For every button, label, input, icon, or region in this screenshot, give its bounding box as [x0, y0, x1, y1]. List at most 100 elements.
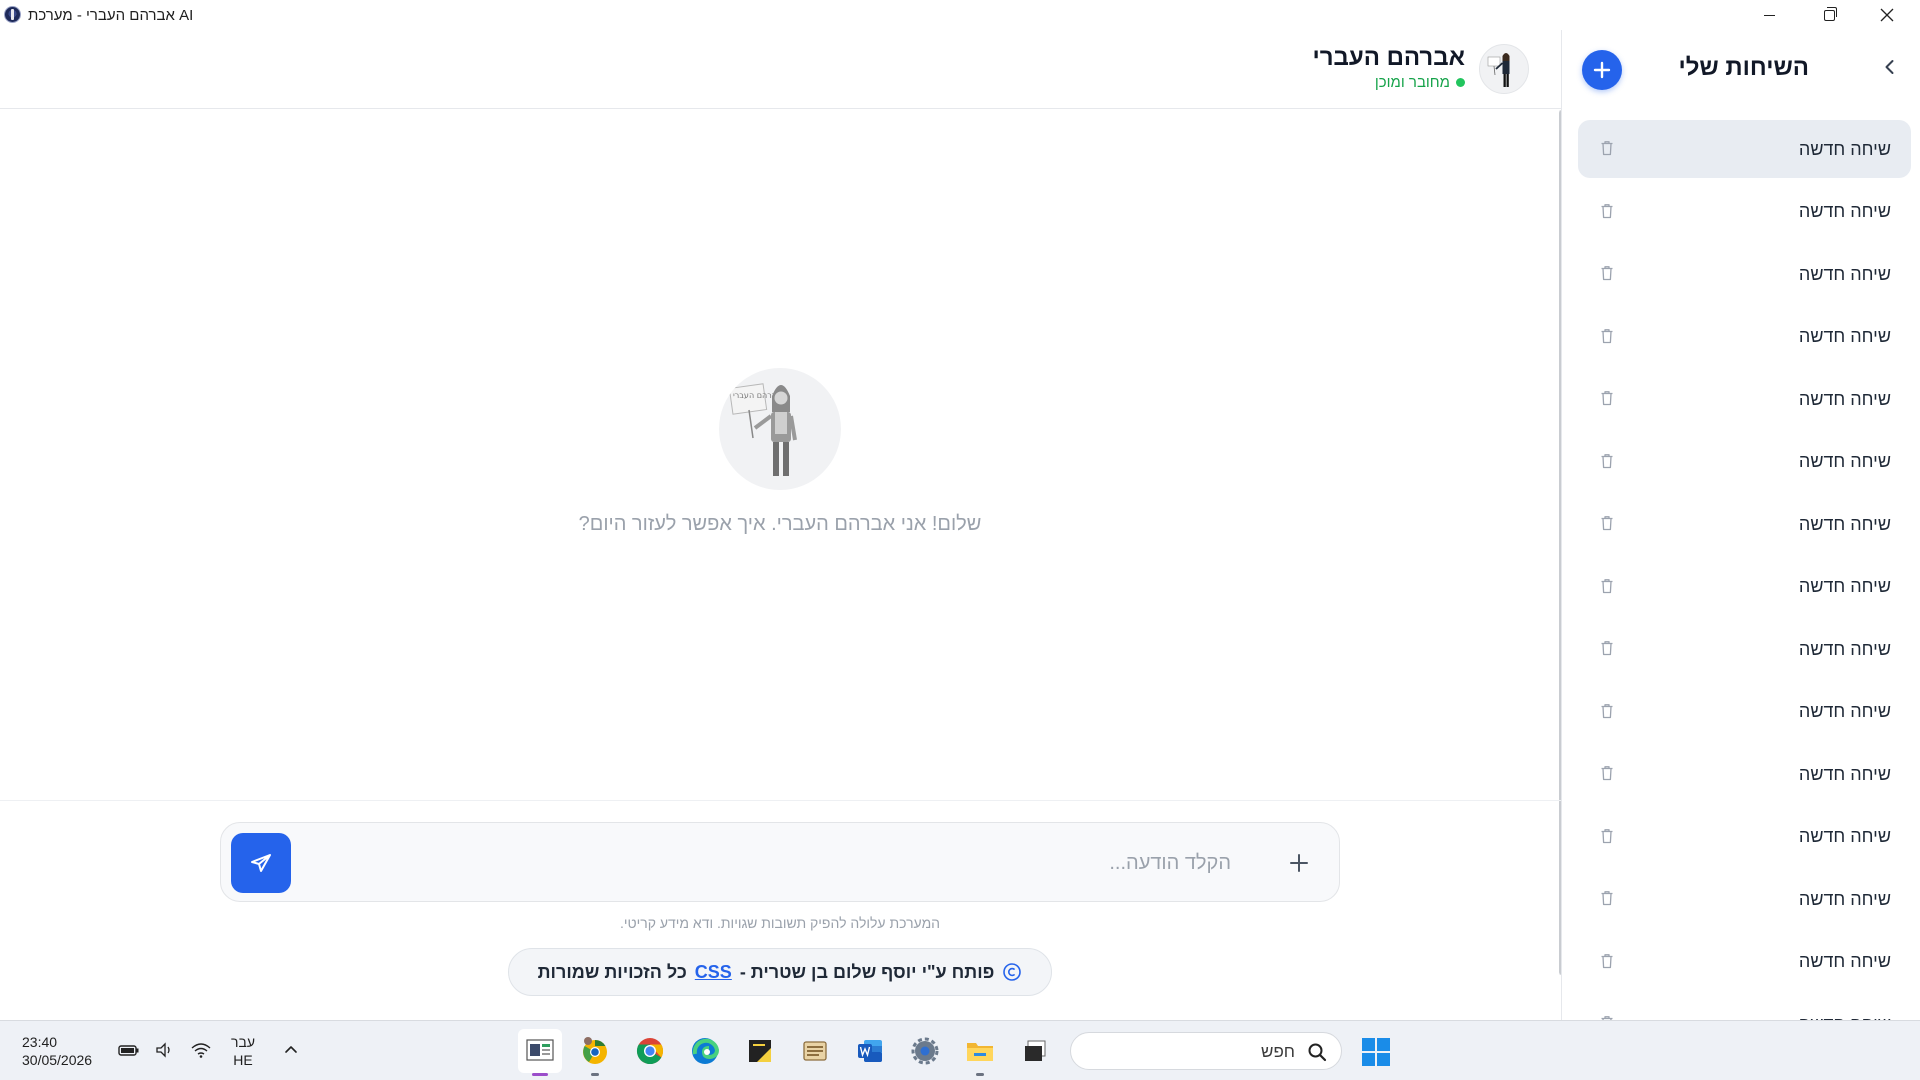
new-chat-button[interactable]: [1582, 50, 1622, 90]
delete-conversation-button[interactable]: [1600, 890, 1614, 906]
terminal-icon: [1025, 1040, 1046, 1061]
scroll-app-taskbar-button[interactable]: [793, 1029, 837, 1073]
trash-icon: [1601, 953, 1613, 968]
edge-taskbar-button[interactable]: [683, 1029, 727, 1073]
attach-button[interactable]: [1285, 849, 1313, 877]
file-explorer-taskbar-button[interactable]: [958, 1029, 1002, 1076]
clock-date: 30/05/2026: [22, 1052, 93, 1068]
settings-taskbar-button[interactable]: [903, 1029, 947, 1073]
conversation-item[interactable]: שיחה חדשה: [1578, 808, 1911, 866]
disclaimer-text: המערכת עלולה להפיק תשובות שגויות. ודא מי…: [619, 915, 941, 931]
system-tray[interactable]: [118, 1041, 212, 1059]
conversation-title: שיחה חדשה: [1798, 451, 1891, 471]
assistant-figure-icon: [1487, 53, 1510, 87]
conversation-title: שיחה חדשה: [1798, 326, 1891, 346]
send-icon: [251, 854, 271, 872]
active-indicator: [532, 1073, 548, 1076]
conversation-title: שיחה חדשה: [1798, 701, 1891, 721]
welcome-avatar: אברהם העברי: [719, 368, 841, 490]
trash-icon: [1601, 641, 1613, 656]
terminal-taskbar-button[interactable]: [1013, 1029, 1057, 1073]
conversation-item[interactable]: שיחה חדשה: [1578, 495, 1911, 553]
trash-icon: [1601, 828, 1613, 843]
delete-conversation-button[interactable]: [1600, 828, 1614, 844]
windows-logo-tile: [1377, 1038, 1390, 1051]
conversation-title: שיחה חדשה: [1798, 263, 1891, 284]
trash-icon: [1601, 578, 1613, 593]
conversation-title: שיחה חדשה: [1798, 826, 1891, 846]
battery-icon: [118, 1045, 139, 1056]
delete-conversation-button[interactable]: [1600, 390, 1614, 406]
word-icon: [858, 1040, 882, 1062]
minimize-icon: [1763, 14, 1775, 16]
conversation-title: שיחה חדשה: [1798, 951, 1891, 971]
conversation-item[interactable]: שיחה חדשה: [1578, 995, 1911, 1020]
input-language[interactable]: עבר HE: [228, 1033, 258, 1069]
search-icon: [1308, 1043, 1327, 1062]
delete-conversation-button[interactable]: [1600, 703, 1614, 719]
minimize-button[interactable]: [1740, 0, 1798, 30]
delete-conversation-button[interactable]: [1600, 953, 1614, 969]
maximize-button[interactable]: [1800, 0, 1858, 30]
plus-icon: [1593, 61, 1611, 79]
conversation-item[interactable]: שיחה חדשה: [1578, 620, 1911, 678]
word-taskbar-button[interactable]: [848, 1029, 892, 1073]
trash-icon: [1601, 391, 1613, 406]
conversation-item[interactable]: שיחה חדשה: [1578, 933, 1911, 991]
conversation-item[interactable]: שיחה חדשה: [1578, 370, 1911, 428]
conversation-item[interactable]: שיחה חדשה: [1578, 120, 1911, 178]
delete-conversation-button[interactable]: [1600, 203, 1614, 219]
conversation-item[interactable]: שיחה חדשה: [1578, 745, 1911, 803]
conversation-title: שיחה חדשה: [1798, 763, 1891, 784]
conversation-item[interactable]: שיחה חדשה: [1578, 558, 1911, 616]
credit-badge: פותח ע"י יוסף שלום בן שטרית - CSS כל הזכ…: [508, 948, 1052, 996]
window-title: אברהם העברי - מערכת AI: [28, 7, 194, 24]
chrome-canary-icon: [583, 1037, 607, 1064]
delete-conversation-button[interactable]: [1600, 515, 1614, 531]
chrome-canary-taskbar-button[interactable]: [573, 1029, 617, 1076]
delete-conversation-button[interactable]: [1600, 578, 1614, 594]
trash-icon: [1601, 266, 1613, 281]
taskbar-clock[interactable]: 23:40 30/05/2026: [22, 1033, 92, 1069]
chrome-taskbar-button[interactable]: [628, 1029, 672, 1073]
running-indicator: [976, 1073, 984, 1076]
ai-app-taskbar-button[interactable]: [518, 1029, 562, 1076]
start-button[interactable]: [1362, 1038, 1390, 1066]
conversation-item[interactable]: שיחה חדשה: [1578, 433, 1911, 491]
conversation-title: שיחה חדשה: [1798, 138, 1891, 159]
trash-icon: [1601, 328, 1613, 343]
trash-icon: [1601, 891, 1613, 906]
delete-conversation-button[interactable]: [1600, 640, 1614, 656]
close-button[interactable]: [1858, 0, 1916, 30]
conversation-item[interactable]: שיחה חדשה: [1578, 245, 1911, 303]
search-placeholder: חפש: [1261, 1042, 1295, 1061]
trash-icon: [1601, 703, 1613, 718]
title-bar: אברהם העברי - מערכת AI: [0, 0, 1920, 30]
conversation-item[interactable]: שיחה חדשה: [1578, 870, 1911, 928]
chevron-up-icon[interactable]: [283, 1041, 299, 1057]
delete-conversation-button[interactable]: [1600, 453, 1614, 469]
connection-status: מחובר ומוכן: [1375, 74, 1465, 91]
composer-divider: [0, 800, 1561, 801]
collapse-sidebar-button[interactable]: [1879, 56, 1901, 78]
credit-prefix: פותח ע"י יוסף שלום בן שטרית -: [739, 961, 995, 982]
app-icon: [4, 6, 21, 23]
conversation-item[interactable]: שיחה חדשה: [1578, 308, 1911, 366]
taskbar-search[interactable]: חפש: [1070, 1032, 1342, 1070]
sticky-notes-taskbar-button[interactable]: [738, 1029, 782, 1073]
assistant-avatar: [1479, 44, 1529, 94]
ai-app-icon: [526, 1039, 554, 1061]
delete-conversation-button[interactable]: [1600, 765, 1614, 781]
send-button[interactable]: [231, 833, 291, 893]
conversation-item[interactable]: שיחה חדשה: [1578, 683, 1911, 741]
css-link[interactable]: CSS: [695, 962, 732, 983]
taskbar: 23:40 30/05/2026 עבר HE חפש: [0, 1020, 1920, 1080]
delete-conversation-button[interactable]: [1600, 265, 1614, 281]
conversation-item[interactable]: שיחה חדשה: [1578, 183, 1911, 241]
delete-conversation-button[interactable]: [1600, 140, 1614, 156]
message-input[interactable]: [301, 841, 1261, 885]
settings-icon: [911, 1037, 939, 1065]
edge-icon: [692, 1038, 720, 1064]
delete-conversation-button[interactable]: [1600, 328, 1614, 344]
message-composer: [220, 822, 1340, 902]
